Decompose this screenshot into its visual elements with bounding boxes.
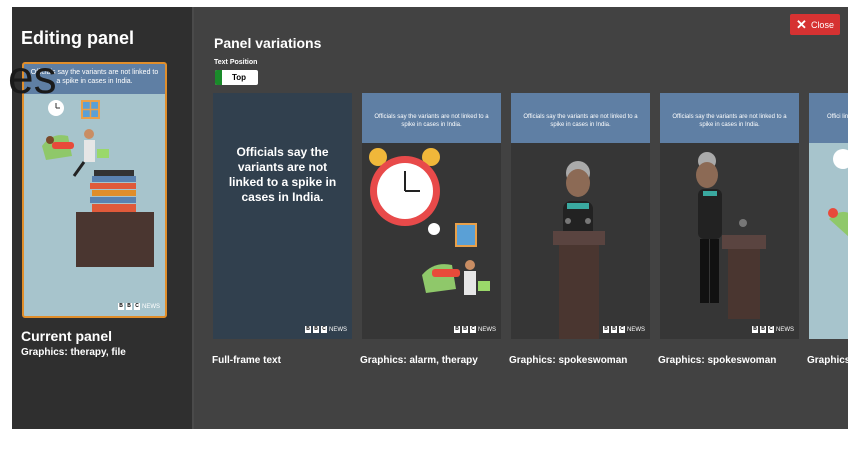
variation-card-spokeswoman[interactable]: Officials say the variants are not linke… [511,93,650,339]
text-position-toggle[interactable]: Top [215,70,258,85]
variation-caption: Offici link [809,93,848,143]
editing-panel-title: Editing panel [21,28,135,48]
variation-label: Graphics: spokeswoman [658,355,777,366]
panel-variations-area: Panel variations Text Position Top ✕ Clo… [194,7,848,429]
bbc-news-logo: B B C NEWS [603,326,645,333]
spokeswoman-podium-illustration [553,161,605,339]
variation-caption: Officials say the variants are not linke… [660,93,799,143]
bbc-news-logo: B B C NEWS [454,326,496,333]
editing-panel: Editing panel Officials say the variants… [8,7,192,429]
variation-card-spokeswoman-side[interactable]: Officials say the variants are not linke… [660,93,799,339]
bbc-news-logo: B B C NEWS [752,326,794,333]
variation-label: Graphics [807,355,848,366]
toggle-indicator [215,70,222,85]
variation-caption: Officials say the variants are not linke… [362,93,501,143]
close-button[interactable]: ✕ Close [790,14,840,35]
therapy-file-illustration [42,100,154,267]
variation-card-partial[interactable]: Offici link [809,93,848,339]
toggle-value: Top [232,73,247,82]
variation-label: Full-frame text [212,355,281,366]
panel-variations-title: Panel variations [214,35,322,51]
variation-caption: Officials say the variants are not linke… [511,93,650,143]
bbc-news-logo: B B C NEWS [118,303,160,310]
current-panel-label: Current panel [21,328,113,344]
spokeswoman-side-illustration [696,152,766,319]
therapy-partial-illustration [828,149,848,237]
bbc-news-logo: B B C NEWS [305,326,347,333]
text-position-label: Text Position [214,59,258,66]
close-label: Close [810,19,834,30]
variation-label: Graphics: alarm, therapy [360,355,478,366]
full-frame-text: Officials say the variants are not linke… [228,145,337,204]
variation-card-full-frame-text[interactable]: Officials say the variants are not linke… [213,93,352,339]
close-icon: ✕ [796,17,807,32]
variation-label: Graphics: spokeswoman [509,355,628,366]
variation-card-alarm-therapy[interactable]: Officials say the variants are not linke… [362,93,501,339]
alarm-therapy-illustration [369,148,490,295]
current-panel-subtitle: Graphics: therapy, file [21,347,126,358]
background-text-fragment: es [8,51,57,103]
